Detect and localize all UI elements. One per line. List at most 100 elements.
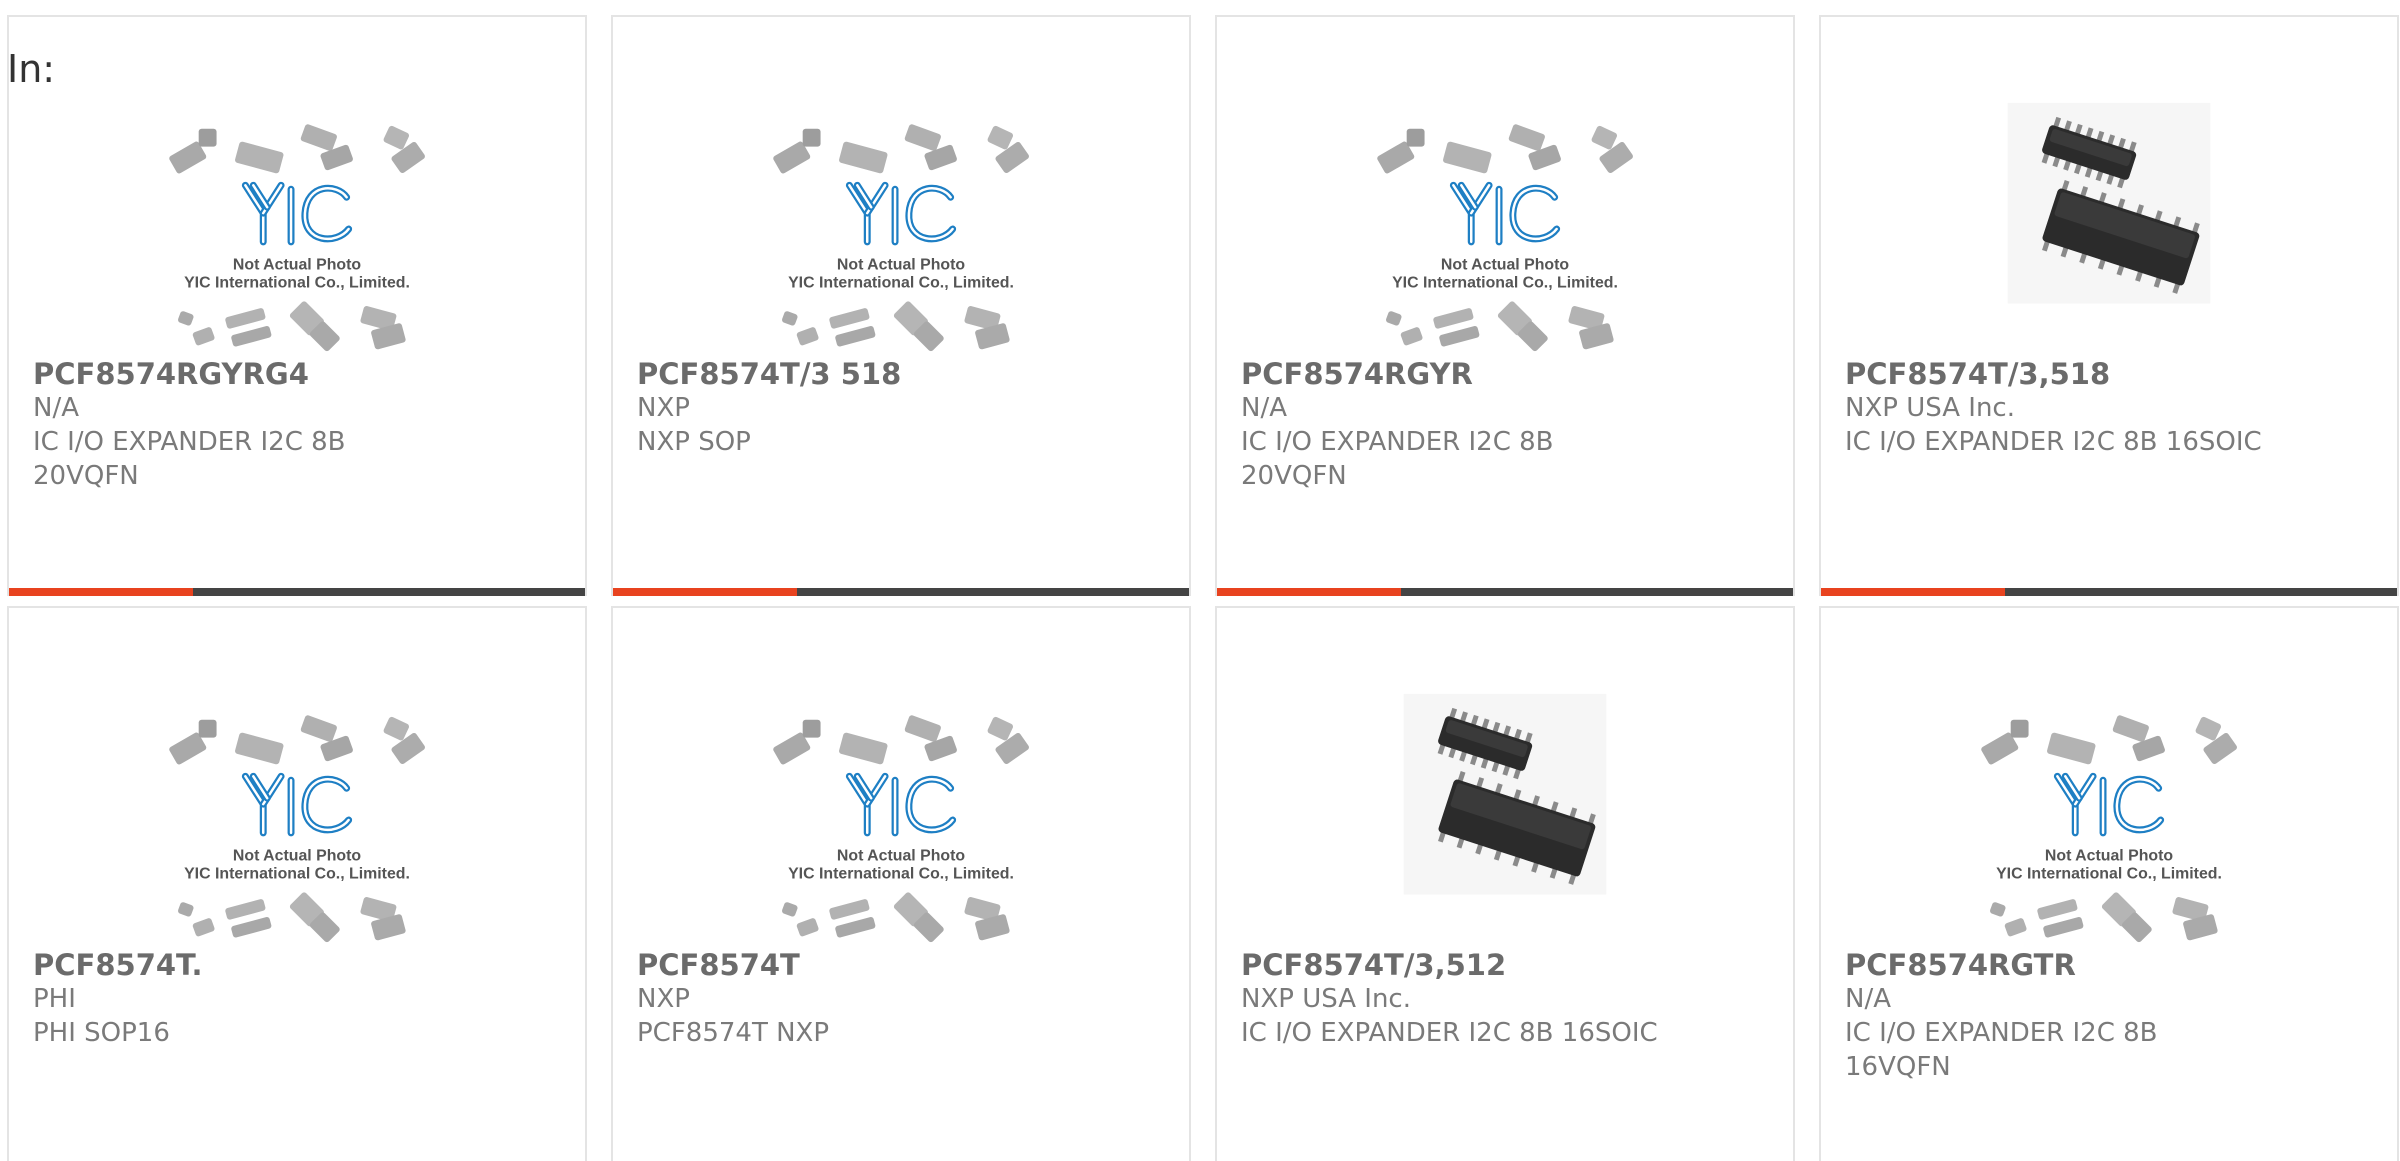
manufacturer: NXP — [637, 984, 690, 1014]
chip-shape — [796, 327, 819, 346]
chip-shape — [383, 125, 410, 150]
chip-shape — [782, 902, 798, 917]
chip-shape — [198, 128, 217, 147]
chip-shape — [904, 124, 941, 151]
chip-shape — [178, 311, 194, 326]
card-bottom-bar-accent — [1821, 588, 2005, 596]
product-card[interactable]: Not Actual Photo YIC International Co., L… — [7, 606, 587, 1161]
product-card[interactable]: Not Actual Photo YIC International Co., L… — [611, 15, 1191, 596]
product-card[interactable]: PCF8574T/3,518 NXP USA Inc. IC I/O EXPANDE… — [1819, 15, 2399, 596]
chip-shape — [796, 918, 819, 937]
manufacturer: NXP USA Inc. — [1241, 984, 1411, 1014]
product-photo[interactable]: Not Actual Photo YIC International Co., L… — [1821, 688, 2397, 953]
product-photo[interactable]: Not Actual Photo YIC International Co., L… — [613, 97, 1189, 362]
product-description: NXP SOP — [637, 427, 751, 457]
card-bottom-bar-accent — [1217, 588, 1401, 596]
product-info: PCF8574T NXP PCF8574T NXP — [637, 948, 1165, 1050]
placeholder-photo: Not Actual PhotoYIC International Co., L… — [773, 715, 1029, 943]
chip-shape — [2112, 715, 2149, 742]
product-description: IC I/O EXPANDER I2C 8B 16SOIC — [1845, 427, 2262, 457]
yic-logo — [1449, 181, 1561, 246]
product-card[interactable]: PCF8574T/3,512 NXP USA Inc. IC I/O EXPANDE… — [1215, 606, 1795, 1161]
chip-shape — [839, 141, 888, 174]
product-description: PHI SOP16 — [33, 1018, 170, 1048]
product-info: PCF8574T/3 518 NXP NXP SOP — [637, 357, 1165, 459]
product-info: PCF8574T. PHI PHI SOP16 — [33, 948, 561, 1050]
manufacturer: N/A — [33, 393, 79, 423]
soic-chip-photo — [1403, 693, 1607, 895]
product-photo[interactable] — [1821, 97, 2397, 362]
card-bottom-bar — [1217, 588, 1793, 596]
placeholder-photo: Not Actual PhotoYIC International Co., L… — [773, 124, 1029, 352]
product-photo[interactable]: Not Actual Photo YIC International Co., L… — [9, 97, 585, 362]
company-name-text: YIC International Co., Limited. — [184, 866, 410, 883]
product-info: PCF8574RGTR N/A IC I/O EXPANDER I2C 8B 16VQ… — [1845, 948, 2373, 1084]
product-info: PCF8574T/3,512 NXP USA Inc. IC I/O EXPANDE… — [1241, 948, 1769, 1050]
part-number[interactable]: PCF8574T. — [33, 948, 561, 982]
chip-shape — [835, 326, 876, 347]
chip-shape — [1508, 124, 1545, 151]
manufacturer: PHI — [33, 984, 76, 1014]
part-number[interactable]: PCF8574T/3,512 — [1241, 948, 1769, 982]
part-number[interactable]: PCF8574RGYR — [1241, 357, 1769, 391]
product-photo[interactable] — [1217, 688, 1793, 953]
not-actual-photo-text: Not Actual Photo — [1441, 257, 1569, 274]
chip-shape — [802, 719, 821, 738]
chip-shape — [2195, 716, 2222, 741]
product-description: IC I/O EXPANDER I2C 8B 16SOIC — [1241, 1018, 1658, 1048]
company-name-text: YIC International Co., Limited. — [788, 866, 1014, 883]
package-description: 20VQFN — [33, 461, 139, 491]
chip-shape — [1433, 308, 1474, 329]
chip-shape — [1591, 125, 1618, 150]
card-bottom-bar-accent — [9, 588, 193, 596]
chip-shape — [383, 716, 410, 741]
chip-shape — [2047, 732, 2096, 765]
chip-shape — [835, 917, 876, 938]
product-description: IC I/O EXPANDER I2C 8B — [33, 427, 346, 457]
company-name-text: YIC International Co., Limited. — [1996, 866, 2222, 883]
product-card[interactable]: Not Actual Photo YIC International Co., L… — [611, 606, 1191, 1161]
product-photo[interactable]: Not Actual Photo YIC International Co., L… — [613, 688, 1189, 953]
chip-shape — [1439, 326, 1480, 347]
product-description: IC I/O EXPANDER I2C 8B — [1845, 1018, 2158, 1048]
chip-shape — [231, 917, 272, 938]
not-actual-photo-text: Not Actual Photo — [233, 848, 361, 865]
product-photo[interactable]: Not Actual Photo YIC International Co., L… — [9, 688, 585, 953]
product-card[interactable]: Not Actual Photo YIC International Co., L… — [7, 15, 587, 596]
product-photo[interactable]: Not Actual Photo YIC International Co., L… — [1217, 97, 1793, 362]
part-number[interactable]: PCF8574RGYRG4 — [33, 357, 561, 391]
not-actual-photo-text: Not Actual Photo — [837, 848, 965, 865]
chip-shape — [802, 128, 821, 147]
part-number[interactable]: PCF8574RGTR — [1845, 948, 2373, 982]
package-description: 20VQFN — [1241, 461, 1347, 491]
product-list-page: In: Not Actual Photo YIC International Co… — [0, 0, 2400, 1161]
product-card[interactable]: Not Actual Photo YIC International Co., L… — [1215, 15, 1795, 596]
placeholder-photo: Not Actual PhotoYIC International Co., L… — [1377, 124, 1633, 352]
placeholder-photo: Not Actual PhotoYIC International Co., L… — [169, 124, 425, 352]
company-name-text: YIC International Co., Limited. — [788, 275, 1014, 292]
card-bottom-bar-accent — [613, 588, 797, 596]
soic-chip-photo — [2007, 102, 2211, 304]
part-number[interactable]: PCF8574T/3,518 — [1845, 357, 2373, 391]
part-number[interactable]: PCF8574T — [637, 948, 1165, 982]
product-info: PCF8574RGYRG4 N/A IC I/O EXPANDER I2C 8B 20… — [33, 357, 561, 493]
chip-shape — [987, 716, 1014, 741]
chip-shape — [904, 715, 941, 742]
placeholder-photo: Not Actual PhotoYIC International Co., L… — [169, 715, 425, 943]
chip-shape — [178, 902, 194, 917]
chip-shape — [2037, 899, 2078, 920]
part-number[interactable]: PCF8574T/3 518 — [637, 357, 1165, 391]
chip-shape — [231, 326, 272, 347]
product-description: PCF8574T NXP — [637, 1018, 830, 1048]
manufacturer: N/A — [1845, 984, 1891, 1014]
chip-shape — [1990, 902, 2006, 917]
chip-shape — [839, 732, 888, 765]
chip-shape — [225, 899, 266, 920]
yic-logo — [241, 181, 353, 246]
product-info: PCF8574RGYR N/A IC I/O EXPANDER I2C 8B 20VQ… — [1241, 357, 1769, 493]
product-card[interactable]: Not Actual Photo YIC International Co., L… — [1819, 606, 2399, 1161]
product-info: PCF8574T/3,518 NXP USA Inc. IC I/O EXPANDE… — [1845, 357, 2373, 459]
not-actual-photo-text: Not Actual Photo — [837, 257, 965, 274]
company-name-text: YIC International Co., Limited. — [1392, 275, 1618, 292]
chip-shape — [235, 141, 284, 174]
